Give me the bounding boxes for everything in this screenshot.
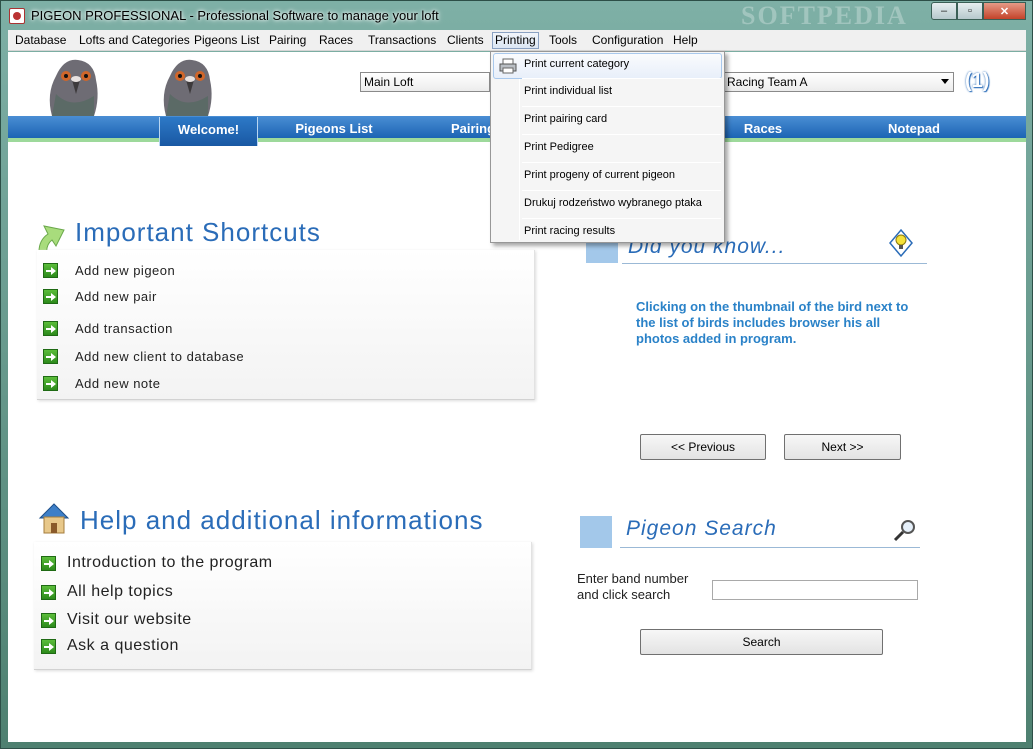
help-label: Introduction to the program	[67, 554, 273, 571]
search-label-line1: Enter band number	[577, 571, 689, 586]
search-button[interactable]: Search	[640, 629, 883, 655]
shortcut-add-new-pair[interactable]: Add new pair	[43, 289, 157, 304]
team-select-value: Racing Team A	[727, 75, 808, 89]
printer-icon	[499, 58, 517, 74]
help-title: Help and additional informations	[80, 505, 484, 535]
menu-print-individual-list[interactable]: Print individual list	[493, 80, 722, 106]
shortcut-add-new-client[interactable]: Add new client to database	[43, 349, 244, 364]
tab-notepad[interactable]: Notepad	[870, 116, 958, 142]
printing-menu: Print current category Print individual …	[490, 51, 725, 243]
help-label: Ask a question	[67, 637, 179, 654]
menu-print-racing-results[interactable]: Print racing results	[493, 220, 722, 242]
menu-pairing[interactable]: Pairing	[266, 32, 309, 49]
menu-database[interactable]: Database	[12, 32, 69, 49]
window-controls: – ▫ ✕	[931, 2, 1026, 20]
menu-print-pedigree[interactable]: Print Pedigree	[493, 136, 722, 162]
menu-tools[interactable]: Tools	[546, 32, 580, 49]
title-bar[interactable]: PIGEON PROFESSIONAL - Professional Softw…	[1, 1, 1032, 30]
tab-welcome[interactable]: Welcome!	[159, 117, 258, 146]
previous-tip-button[interactable]: << Previous	[640, 434, 766, 460]
shortcut-label: Add new note	[75, 376, 161, 391]
menu-races[interactable]: Races	[316, 32, 356, 49]
green-arrow-icon	[43, 263, 58, 278]
shortcut-label: Add transaction	[75, 321, 173, 336]
menu-separator	[522, 162, 721, 163]
green-arrow-icon	[41, 612, 56, 628]
search-title: Pigeon Search	[626, 517, 777, 540]
pigeon-counter: (1)	[965, 70, 990, 92]
divider	[620, 547, 920, 548]
app-window: PIGEON PROFESSIONAL - Professional Softw…	[0, 0, 1033, 749]
green-arrow-icon	[41, 638, 56, 654]
menu-separator	[522, 106, 721, 107]
chevron-down-icon	[941, 79, 949, 84]
pigeon-image	[163, 59, 212, 116]
window-title: PIGEON PROFESSIONAL - Professional Softw…	[31, 8, 439, 23]
app-icon[interactable]	[9, 8, 25, 24]
pigeon-image	[49, 59, 98, 116]
loft-select[interactable]: Main Loft	[360, 72, 490, 92]
shortcut-add-transaction[interactable]: Add transaction	[43, 321, 173, 336]
help-introduction-link[interactable]: Introduction to the program	[41, 554, 273, 572]
shortcut-label: Add new pigeon	[75, 263, 176, 278]
shortcuts-title: Important Shortcuts	[75, 217, 321, 247]
menu-print-current-category[interactable]: Print current category	[493, 53, 722, 79]
house-icon	[38, 503, 70, 534]
lightbulb-icon	[889, 228, 913, 258]
shortcut-label: Add new client to database	[75, 349, 245, 364]
menu-print-progeny[interactable]: Print progeny of current pigeon	[493, 164, 722, 190]
search-label: Enter band number and click search	[577, 571, 688, 603]
close-button[interactable]: ✕	[983, 2, 1026, 20]
divider	[622, 263, 927, 264]
watermark: SOFTPEDIA	[741, 1, 908, 30]
menu-printing[interactable]: Printing	[492, 32, 539, 49]
team-select[interactable]: Racing Team A	[722, 72, 954, 92]
menu-separator	[522, 78, 721, 79]
menu-clients[interactable]: Clients	[444, 32, 487, 49]
help-label: Visit our website	[67, 611, 192, 628]
menu-help[interactable]: Help	[670, 32, 701, 49]
green-arrow-icon	[41, 555, 56, 571]
help-label: All help topics	[67, 583, 174, 600]
menu-print-siblings[interactable]: Drukuj rodzeństwo wybranego ptaka	[493, 192, 722, 218]
next-tip-button[interactable]: Next >>	[784, 434, 901, 460]
menu-pigeons-list[interactable]: Pigeons List	[191, 32, 262, 49]
shortcut-add-new-pigeon[interactable]: Add new pigeon	[43, 263, 175, 278]
green-arrow-icon	[43, 289, 58, 304]
maximize-button[interactable]: ▫	[957, 2, 983, 20]
help-ask-question-link[interactable]: Ask a question	[41, 637, 179, 655]
menu-bar: Database Lofts and Categories Pigeons Li…	[8, 30, 1026, 51]
green-arrow-icon	[43, 349, 58, 364]
search-marker	[580, 516, 612, 548]
green-arrow-icon	[43, 376, 58, 391]
menu-print-pairing-card[interactable]: Print pairing card	[493, 108, 722, 134]
shortcut-label: Add new pair	[75, 289, 157, 304]
menu-transactions[interactable]: Transactions	[365, 32, 439, 49]
green-arrow-icon	[41, 584, 56, 600]
menu-separator	[522, 218, 721, 219]
menu-separator	[522, 190, 721, 191]
did-you-know-text: Clicking on the thumbnail of the bird ne…	[636, 299, 909, 346]
magnifier-icon	[893, 520, 915, 542]
tab-races[interactable]: Races	[720, 116, 806, 142]
search-label-line2: and click search	[577, 587, 671, 602]
green-arrow-icon	[43, 321, 58, 336]
menu-configuration[interactable]: Configuration	[589, 32, 666, 49]
tab-pigeons-list[interactable]: Pigeons List	[278, 116, 390, 142]
band-number-input[interactable]	[712, 580, 918, 600]
menu-item-label: Print current category	[524, 58, 630, 70]
minimize-button[interactable]: –	[931, 2, 957, 20]
help-website-link[interactable]: Visit our website	[41, 611, 192, 629]
menu-lofts-and-categories[interactable]: Lofts and Categories	[76, 32, 193, 49]
menu-separator	[522, 134, 721, 135]
shortcut-add-new-note[interactable]: Add new note	[43, 376, 161, 391]
help-all-topics-link[interactable]: All help topics	[41, 583, 173, 601]
